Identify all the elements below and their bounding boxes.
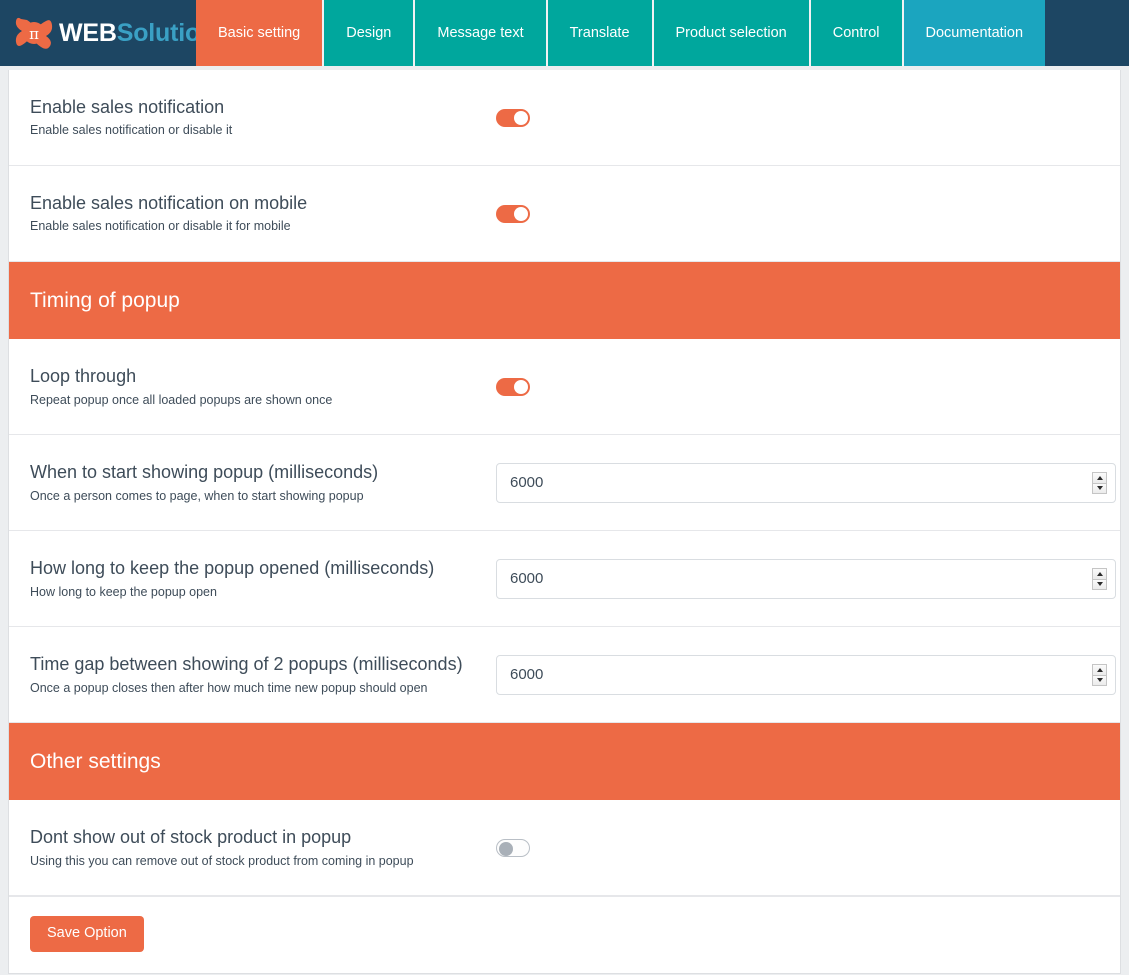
tab-design[interactable]: Design [324, 0, 415, 66]
start-delay-input[interactable] [496, 463, 1116, 503]
row-control-group [496, 205, 1120, 223]
arrow-up-icon [1097, 668, 1103, 672]
start-delay-stepper[interactable] [1092, 472, 1107, 494]
row-control-group [496, 463, 1120, 503]
setting-description: Once a person comes to page, when to sta… [30, 489, 484, 505]
setting-title: Enable sales notification [30, 96, 484, 119]
stepper-up-button[interactable] [1092, 472, 1107, 483]
row-loop-through: Loop through Repeat popup once all loade… [9, 339, 1120, 435]
row-control-group [496, 655, 1120, 695]
stepper-up-button[interactable] [1092, 664, 1107, 675]
row-label-group: Loop through Repeat popup once all loade… [30, 365, 496, 408]
top-navigation-bar: π WEBSolution Basic setting Design Messa… [0, 0, 1129, 66]
tab-documentation[interactable]: Documentation [904, 0, 1046, 66]
toggle-enable-sales-notification-mobile[interactable] [496, 205, 530, 223]
setting-description: How long to keep the popup open [30, 585, 484, 601]
row-control-group [496, 109, 1120, 127]
svg-text:π: π [29, 25, 39, 43]
keep-open-input[interactable] [496, 559, 1116, 599]
row-start-delay: When to start showing popup (millisecond… [9, 435, 1120, 531]
row-gap-between-popups: Time gap between showing of 2 popups (mi… [9, 627, 1120, 723]
arrow-down-icon [1097, 678, 1103, 682]
toggle-loop-through[interactable] [496, 378, 530, 396]
tab-message-text[interactable]: Message text [415, 0, 547, 66]
setting-description: Repeat popup once all loaded popups are … [30, 393, 484, 409]
section-header-timing-of-popup: Timing of popup [9, 262, 1120, 339]
row-keep-open: How long to keep the popup opened (milli… [9, 531, 1120, 627]
toggle-knob [514, 111, 528, 125]
row-label-group: When to start showing popup (millisecond… [30, 461, 496, 504]
gap-between-stepper[interactable] [1092, 664, 1107, 686]
arrow-up-icon [1097, 572, 1103, 576]
brand-name-web: WEB [59, 19, 117, 47]
save-option-button[interactable]: Save Option [30, 916, 144, 952]
save-bar: Save Option [9, 896, 1120, 973]
setting-description: Enable sales notification or disable it … [30, 219, 484, 235]
toggle-knob [499, 842, 513, 856]
row-control-group [496, 839, 1120, 857]
setting-title: Enable sales notification on mobile [30, 192, 484, 215]
row-label-group: Enable sales notification Enable sales n… [30, 96, 496, 139]
stepper-up-button[interactable] [1092, 568, 1107, 579]
tab-translate[interactable]: Translate [548, 0, 654, 66]
keep-open-stepper[interactable] [1092, 568, 1107, 590]
setting-title: Loop through [30, 365, 484, 388]
nav-filler [1045, 0, 1129, 66]
pi-x-logo-icon: π [13, 13, 57, 53]
setting-title: How long to keep the popup opened (milli… [30, 557, 484, 580]
row-enable-sales-notification: Enable sales notification Enable sales n… [9, 70, 1120, 166]
gap-between-input[interactable] [496, 655, 1116, 695]
setting-title: Time gap between showing of 2 popups (mi… [30, 653, 484, 676]
setting-title: Dont show out of stock product in popup [30, 826, 484, 849]
toggle-knob [514, 380, 528, 394]
row-label-group: Dont show out of stock product in popup … [30, 826, 496, 869]
toggle-hide-out-of-stock[interactable] [496, 839, 530, 857]
start-delay-field-wrapper [496, 463, 1116, 503]
stepper-down-button[interactable] [1092, 675, 1107, 686]
row-label-group: Time gap between showing of 2 popups (mi… [30, 653, 496, 696]
brand-name: WEBSolution [59, 21, 215, 46]
toggle-knob [514, 207, 528, 221]
toggle-enable-sales-notification[interactable] [496, 109, 530, 127]
setting-description: Once a popup closes then after how much … [30, 681, 484, 697]
row-label-group: Enable sales notification on mobile Enab… [30, 192, 496, 235]
arrow-down-icon [1097, 582, 1103, 586]
tab-control[interactable]: Control [811, 0, 904, 66]
app-page: π WEBSolution Basic setting Design Messa… [0, 0, 1129, 975]
row-control-group [496, 559, 1120, 599]
tab-basic-setting[interactable]: Basic setting [196, 0, 324, 66]
settings-panel: Enable sales notification Enable sales n… [8, 70, 1121, 974]
setting-title: When to start showing popup (millisecond… [30, 461, 484, 484]
row-enable-sales-notification-mobile: Enable sales notification on mobile Enab… [9, 166, 1120, 262]
row-label-group: How long to keep the popup opened (milli… [30, 557, 496, 600]
row-control-group [496, 378, 1120, 396]
setting-description: Using this you can remove out of stock p… [30, 854, 484, 870]
arrow-up-icon [1097, 476, 1103, 480]
keep-open-field-wrapper [496, 559, 1116, 599]
row-hide-out-of-stock: Dont show out of stock product in popup … [9, 800, 1120, 896]
stepper-down-button[interactable] [1092, 483, 1107, 494]
arrow-down-icon [1097, 486, 1103, 490]
gap-between-field-wrapper [496, 655, 1116, 695]
tab-product-selection[interactable]: Product selection [654, 0, 811, 66]
stepper-down-button[interactable] [1092, 579, 1107, 590]
setting-description: Enable sales notification or disable it [30, 123, 484, 139]
section-header-other-settings: Other settings [9, 723, 1120, 800]
brand-logo-area[interactable]: π WEBSolution [0, 0, 196, 66]
